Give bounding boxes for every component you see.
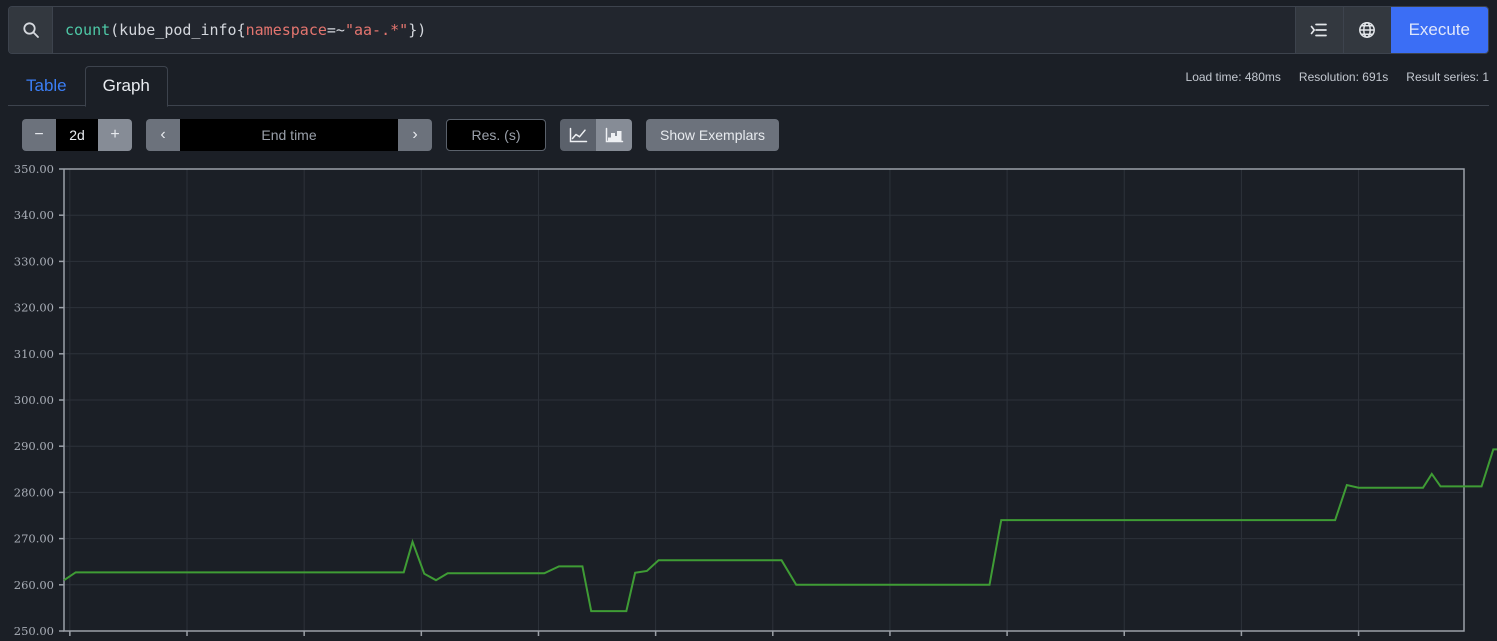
stat-resolution: Resolution: 691s <box>1298 70 1389 84</box>
query-token-string: "aa-.*" <box>344 21 409 39</box>
end-time-input[interactable] <box>180 119 398 151</box>
graph-controls-toolbar: − 2d + ‹ › Show Exemplars <box>0 106 1497 161</box>
result-tabs: Table Graph Load time: 480ms Resolution:… <box>8 62 1489 107</box>
y-axis-label: 320.00 <box>14 301 54 315</box>
globe-icon[interactable] <box>1342 7 1391 53</box>
query-bar: count (kube_pod_info{namespace =~ "aa-.*"})… <box>8 6 1489 54</box>
stat-load-time: Load time: 480ms <box>1185 70 1281 84</box>
y-axis-label: 260.00 <box>14 578 54 592</box>
series-line <box>63 448 1497 613</box>
query-token-operator: =~ <box>326 21 345 39</box>
query-token-metric: (kube_pod_info{ <box>110 21 246 39</box>
tab-graph[interactable]: Graph <box>84 65 168 107</box>
y-axis-label: 280.00 <box>14 485 54 499</box>
y-axis-label: 270.00 <box>14 532 54 546</box>
query-token-label: namespace <box>245 21 327 39</box>
end-time-group: ‹ › <box>146 119 432 151</box>
y-axis-label: 290.00 <box>14 439 54 453</box>
end-time-next-button[interactable]: › <box>398 119 432 151</box>
y-axis-label: 350.00 <box>14 162 54 176</box>
range-value[interactable]: 2d <box>56 119 98 151</box>
line-chart-icon[interactable] <box>560 119 596 151</box>
y-axis-label: 250.00 <box>14 624 54 638</box>
range-increase-button[interactable]: + <box>98 119 132 151</box>
time-series-chart[interactable]: 350.00 340.00 330.00 320.00 310.00 300.00 290.… <box>0 161 1497 641</box>
query-stats: Load time: 480ms Resolution: 691s Result… <box>1186 70 1489 84</box>
range-decrease-button[interactable]: − <box>22 119 56 151</box>
tab-table[interactable]: Table <box>8 66 85 106</box>
metrics-explorer-icon[interactable] <box>1294 7 1343 53</box>
query-token-function: count <box>65 21 111 39</box>
chart-type-toggle-group <box>560 119 632 151</box>
y-axis-label: 340.00 <box>14 208 54 222</box>
graph-panel: 350.00 340.00 330.00 320.00 310.00 300.00 290.… <box>0 161 1497 641</box>
execute-button[interactable]: Execute <box>1390 7 1488 53</box>
y-axis-label: 310.00 <box>14 347 54 361</box>
query-input[interactable]: count (kube_pod_info{namespace =~ "aa-.*"}) <box>53 7 1295 53</box>
y-axis-label: 330.00 <box>14 254 54 268</box>
resolution-input[interactable] <box>446 119 546 151</box>
stacked-area-chart-icon[interactable] <box>596 119 632 151</box>
query-token-close: }) <box>408 21 427 39</box>
range-stepper-group: − 2d + <box>22 119 132 151</box>
y-axis-label: 300.00 <box>14 393 54 407</box>
end-time-previous-button[interactable]: ‹ <box>146 119 180 151</box>
search-icon[interactable] <box>9 7 53 53</box>
stat-result-series: Result series: 1 <box>1406 70 1489 84</box>
show-exemplars-button[interactable]: Show Exemplars <box>646 119 780 151</box>
